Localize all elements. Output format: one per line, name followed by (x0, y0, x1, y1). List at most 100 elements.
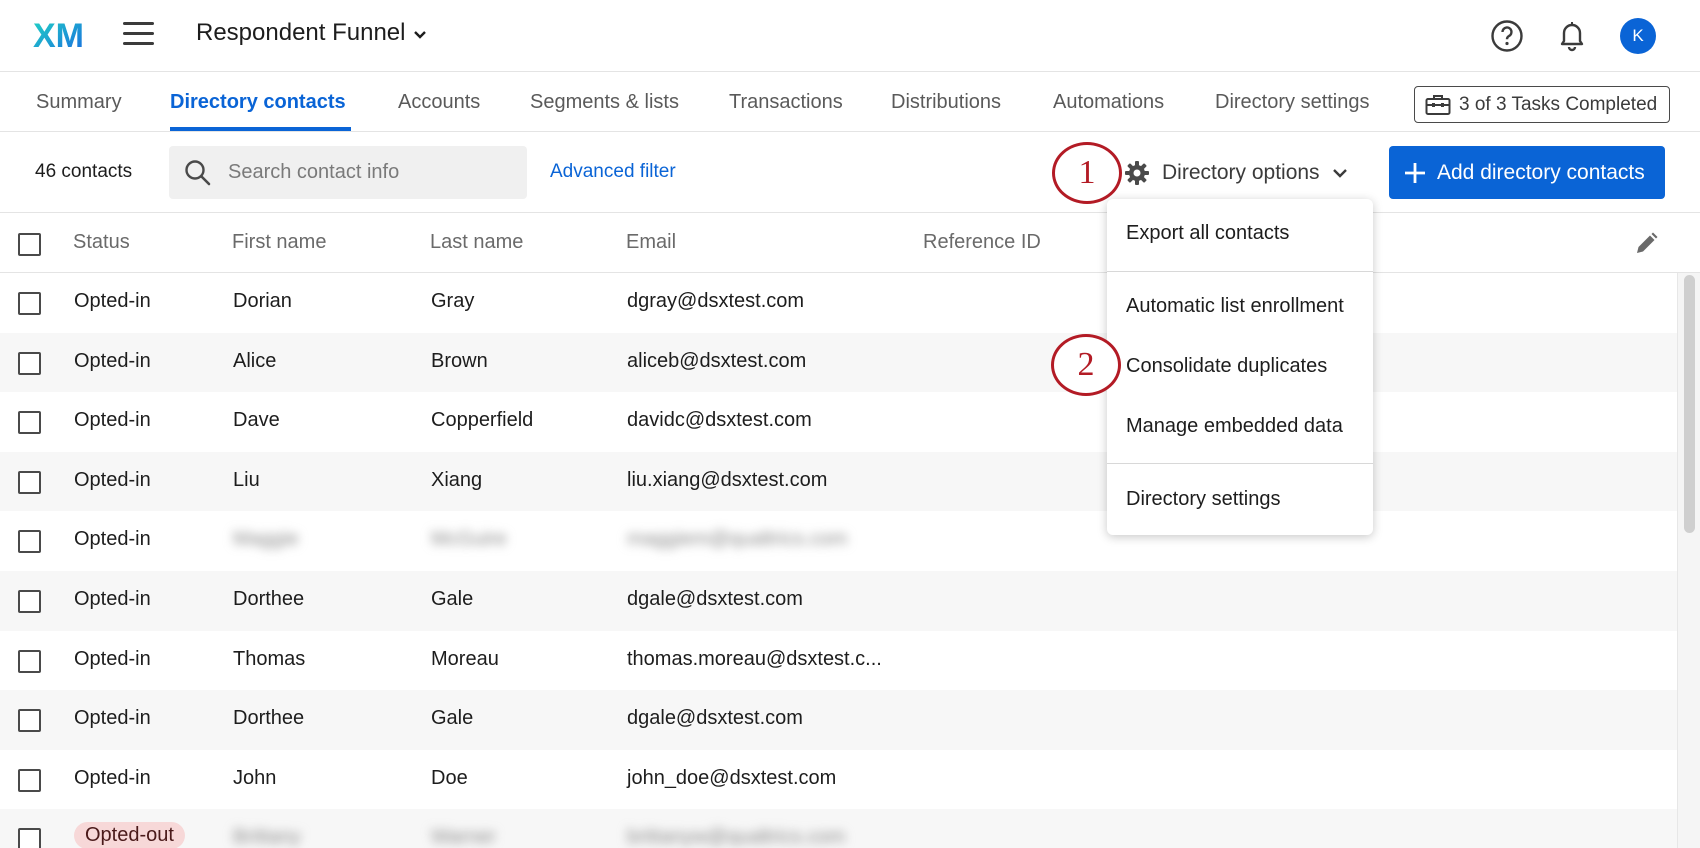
chevron-down-icon (414, 30, 427, 39)
table-row[interactable]: Opted-in Maggie McGuire maggiem@qualtric… (0, 511, 1677, 571)
project-selector[interactable]: Respondent Funnel (196, 19, 427, 47)
search-input[interactable] (228, 161, 518, 184)
column-email[interactable]: Email (626, 231, 676, 254)
email-cell: john_doe@dsxtest.com (627, 766, 837, 789)
directory-options-button[interactable]: Directory options (1124, 147, 1348, 199)
status-cell: Opted-in (74, 647, 151, 670)
select-all-checkbox[interactable] (18, 233, 41, 256)
last-name-cell: Gale (431, 587, 474, 610)
last-name-cell: McGuire (431, 528, 507, 551)
table-scrollbar[interactable] (1677, 273, 1700, 848)
search-icon (185, 159, 211, 185)
add-directory-contacts-button[interactable]: Add directory contacts (1389, 146, 1665, 199)
directory-options-menu: Export all contacts Automatic list enrol… (1107, 199, 1373, 535)
column-last-name[interactable]: Last name (430, 231, 523, 254)
row-checkbox[interactable] (18, 709, 41, 733)
row-checkbox[interactable] (18, 828, 41, 848)
row-checkbox[interactable] (18, 530, 41, 554)
column-reference-id[interactable]: Reference ID (923, 231, 1041, 254)
first-name-cell: Thomas (233, 647, 306, 670)
first-name-cell: Dave (233, 409, 280, 432)
avatar[interactable]: K (1620, 18, 1656, 54)
contact-count: 46 contacts (35, 161, 133, 182)
email-cell: aliceb@dsxtest.com (627, 349, 807, 372)
menu-item-consolidate-duplicates[interactable]: Consolidate duplicates (1126, 355, 1327, 378)
table-row[interactable]: Opted-in Thomas Moreau thomas.moreau@dsx… (0, 631, 1677, 691)
menu-item-directory-settings[interactable]: Directory settings (1126, 488, 1281, 511)
table-row[interactable]: Opted-in Dave Copperfield davidc@dsxtest… (0, 392, 1677, 452)
annotation-callout-2: 2 (1051, 334, 1121, 396)
tab-directory-settings[interactable]: Directory settings (1215, 91, 1370, 114)
row-checkbox[interactable] (18, 470, 41, 494)
menu-item-manage-embedded-data[interactable]: Manage embedded data (1126, 415, 1343, 438)
last-name-cell: Brown (431, 349, 488, 372)
menu-item-automatic-list-enrollment[interactable]: Automatic list enrollment (1126, 295, 1344, 318)
advanced-filter-link[interactable]: Advanced filter (550, 161, 676, 183)
notification-bell-icon[interactable] (1556, 18, 1588, 54)
tab-summary[interactable]: Summary (36, 91, 122, 114)
email-cell: dgray@dsxtest.com (627, 290, 805, 312)
email-cell: liu.xiang@dsxtest.com (627, 468, 828, 491)
row-checkbox[interactable] (18, 589, 41, 613)
status-cell: Opted-in (74, 290, 151, 312)
column-first-name[interactable]: First name (232, 231, 326, 254)
email-cell: dgale@dsxtest.com (627, 587, 803, 610)
gear-icon (1125, 161, 1149, 185)
table-row[interactable]: Opted-in Alice Brown aliceb@dsxtest.com (0, 332, 1677, 393)
project-name: Respondent Funnel (196, 19, 406, 46)
email-cell: thomas.moreau@dsxtest.c... (627, 647, 882, 670)
tasks-label: 3 of 3 Tasks Completed (1459, 93, 1658, 115)
help-icon[interactable] (1490, 19, 1524, 53)
menu-icon[interactable] (123, 22, 155, 50)
first-name-cell: Alice (233, 349, 277, 372)
last-name-cell: Xiang (431, 468, 483, 491)
row-checkbox[interactable] (18, 292, 41, 315)
top-bar: XM Respondent Funnel K (0, 0, 1700, 72)
status-cell: Opted-in (74, 707, 151, 730)
tab-automations[interactable]: Automations (1053, 91, 1164, 114)
tab-distributions[interactable]: Distributions (891, 91, 1001, 114)
status-cell: Opted-in (74, 468, 151, 491)
first-name-cell: Liu (233, 468, 260, 491)
first-name-cell: Brittany (233, 826, 301, 848)
tasks-completed-button[interactable]: 3 of 3 Tasks Completed (1414, 86, 1670, 123)
briefcase-icon (1425, 94, 1451, 115)
tab-accounts[interactable]: Accounts (398, 91, 480, 114)
table-row[interactable]: Opted-in John Doe john_doe@dsxtest.com (0, 750, 1677, 810)
email-cell: davidc@dsxtest.com (627, 409, 812, 432)
menu-item-export-all-contacts[interactable]: Export all contacts (1126, 222, 1289, 245)
table-row[interactable]: Opted-in Dorian Gray dgray@dsxtest.com (0, 273, 1677, 333)
row-checkbox[interactable] (18, 411, 41, 435)
tab-transactions[interactable]: Transactions (729, 91, 843, 114)
search-box[interactable] (169, 146, 527, 199)
first-name-cell: Dorthee (233, 587, 305, 610)
table-row[interactable]: Opted-in Liu Xiang liu.xiang@dsxtest.com (0, 451, 1677, 512)
first-name-cell: Dorthee (233, 707, 305, 730)
last-name-cell: Moreau (431, 647, 499, 670)
row-checkbox[interactable] (18, 351, 41, 375)
row-checkbox[interactable] (18, 768, 41, 792)
table-row[interactable]: Opted-out Brittany Warner brittanyw@qual… (0, 809, 1677, 848)
annotation-callout-1: 1 (1052, 142, 1122, 204)
email-cell: dgale@dsxtest.com (627, 707, 803, 730)
table-header: Status First name Last name Email Refere… (0, 214, 1700, 273)
last-name-cell: Gray (431, 290, 475, 312)
column-status[interactable]: Status (73, 231, 130, 254)
first-name-cell: John (233, 766, 277, 789)
last-name-cell: Doe (431, 766, 468, 789)
scrollbar-thumb[interactable] (1684, 275, 1695, 533)
menu-divider (1107, 463, 1373, 464)
contacts-toolbar: 46 contacts Advanced filter Directory op… (0, 133, 1700, 213)
status-cell: Opted-in (74, 587, 151, 610)
status-cell: Opted-in (74, 409, 151, 432)
table-row[interactable]: Opted-in Dorthee Gale dgale@dsxtest.com (0, 570, 1677, 631)
xm-logo[interactable]: XM (33, 18, 93, 52)
tab-directory-contacts[interactable]: Directory contacts (170, 91, 346, 114)
table-row[interactable]: Opted-in Dorthee Gale dgale@dsxtest.com (0, 690, 1677, 750)
status-cell: Opted-in (74, 528, 151, 551)
first-name-cell: Maggie (233, 528, 299, 551)
tab-segments-lists[interactable]: Segments & lists (530, 91, 679, 114)
status-cell: Opted-in (74, 766, 151, 789)
row-checkbox[interactable] (18, 649, 41, 673)
edit-columns-pencil-icon[interactable] (1633, 231, 1659, 257)
